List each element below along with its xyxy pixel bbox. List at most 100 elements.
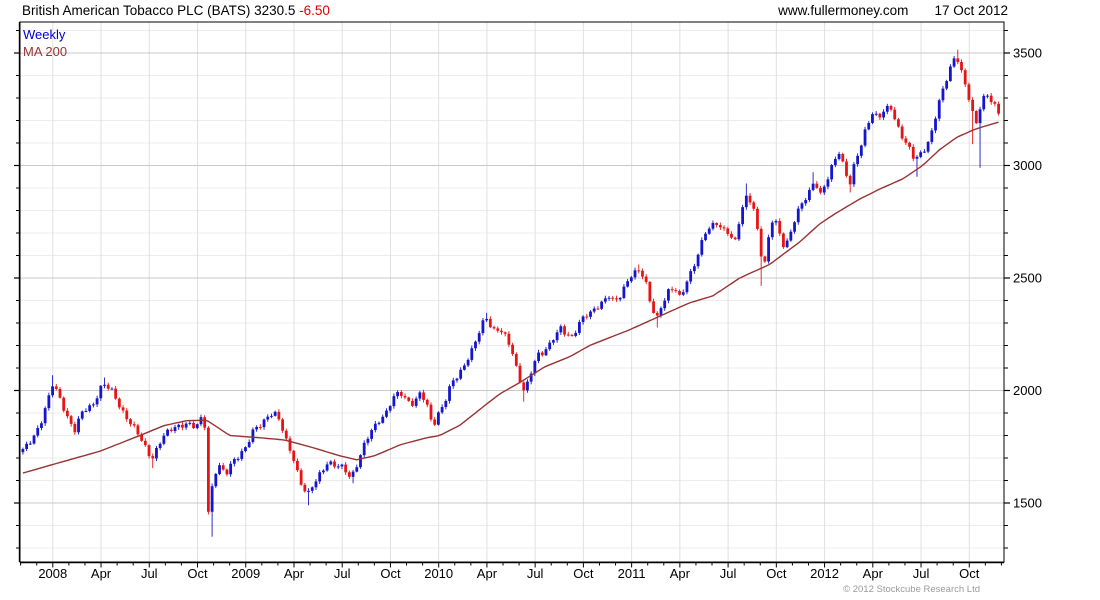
candlestick-down bbox=[641, 270, 644, 277]
price-chart-svg: 1500 2000 2500 3000 3500 2008 Apr Jul Oct 2009 Apr… bbox=[14, 21, 1042, 581]
candlestick-up bbox=[229, 463, 233, 475]
candlestick-up bbox=[807, 189, 811, 201]
candlestick-down bbox=[570, 334, 574, 336]
candlestick-down bbox=[722, 227, 726, 229]
x-tick-label: 2011 bbox=[618, 566, 646, 581]
candlestick-up bbox=[470, 348, 474, 360]
candlestick-up bbox=[310, 487, 314, 491]
candlestick-down bbox=[733, 237, 737, 240]
candlestick-up bbox=[922, 151, 926, 153]
candlestick-down bbox=[496, 328, 500, 331]
candlestick-down bbox=[752, 202, 756, 209]
candlestick-up bbox=[589, 311, 592, 317]
candlestick-up bbox=[95, 398, 99, 405]
candlestick-up bbox=[459, 369, 463, 379]
candlestick-down bbox=[845, 161, 848, 176]
candlestick-up bbox=[195, 424, 199, 429]
candlestick-up bbox=[537, 352, 540, 362]
candlestick-up bbox=[822, 186, 826, 193]
candlestick-down bbox=[288, 438, 292, 451]
candlestick-down bbox=[971, 99, 975, 112]
candlestick-up bbox=[882, 111, 885, 118]
candlestick-up bbox=[926, 141, 930, 152]
copyright-notice: © 2012 Stockcube Research Ltd bbox=[843, 584, 980, 595]
x-tick-label: 2009 bbox=[231, 566, 260, 581]
chart-page: British American Tobacco PLC (BATS) 3230… bbox=[0, 0, 1100, 600]
candlestick-up bbox=[811, 183, 815, 190]
candlestick-up bbox=[548, 342, 552, 350]
candlestick-down bbox=[299, 470, 303, 485]
candlestick-up bbox=[437, 412, 440, 425]
candlestick-up bbox=[448, 386, 451, 401]
candlestick-down bbox=[967, 84, 971, 100]
candlestick-down bbox=[782, 233, 785, 248]
candlestick-up bbox=[859, 145, 863, 156]
candlestick-up bbox=[99, 385, 103, 399]
candlestick-down bbox=[407, 397, 411, 401]
candlestick-down bbox=[69, 416, 73, 424]
candlestick-up bbox=[103, 384, 106, 386]
candlestick-up bbox=[696, 254, 700, 267]
candlestick-down bbox=[58, 389, 62, 398]
candlestick-down bbox=[596, 308, 600, 310]
candlestick-up bbox=[474, 341, 477, 349]
candlestick-down bbox=[718, 225, 722, 228]
candlestick-up bbox=[685, 281, 689, 293]
candlestick-up bbox=[455, 378, 459, 381]
candlestick-up bbox=[444, 400, 448, 408]
candlestick-up bbox=[166, 429, 169, 436]
candlestick-up bbox=[477, 333, 481, 342]
candlestick-up bbox=[318, 472, 322, 482]
candlestick-up bbox=[555, 332, 559, 341]
candlestick-down bbox=[503, 332, 507, 334]
candlestick-up bbox=[244, 447, 247, 452]
candlestick-down bbox=[900, 126, 904, 139]
candlestick-up bbox=[236, 458, 240, 460]
y-tick-label: 2000 bbox=[1013, 383, 1042, 398]
candlestick-down bbox=[151, 456, 155, 459]
candlestick-down bbox=[759, 228, 763, 257]
candlestick-up bbox=[863, 129, 867, 146]
candlestick-down bbox=[904, 138, 908, 143]
candlestick-up bbox=[388, 406, 392, 411]
candlestick-up bbox=[28, 443, 32, 445]
candlestick-up bbox=[162, 435, 166, 444]
candlestick-up bbox=[986, 95, 989, 97]
candlestick-up bbox=[370, 430, 374, 439]
candlestick-up bbox=[392, 396, 396, 407]
candlestick-up bbox=[80, 411, 84, 419]
candlestick-up bbox=[466, 359, 470, 366]
candlestick-up bbox=[774, 220, 778, 223]
candlestick-down bbox=[284, 430, 288, 439]
candlestick-up bbox=[885, 105, 889, 112]
candlestick-up bbox=[385, 410, 388, 417]
candlestick-up bbox=[270, 415, 273, 417]
x-tick-label: Apr bbox=[284, 566, 305, 581]
candlestick-down bbox=[106, 384, 110, 389]
candlestick-up bbox=[945, 81, 949, 89]
candlestick-down bbox=[566, 334, 570, 336]
candlestick-up bbox=[871, 114, 874, 123]
x-tick-label: Oct bbox=[573, 566, 594, 581]
legend-series-label: Weekly bbox=[23, 27, 66, 42]
x-tick-label: Jul bbox=[720, 566, 737, 581]
candlestick-down bbox=[960, 62, 963, 71]
candlestick-up bbox=[793, 222, 796, 232]
candlestick-down bbox=[893, 109, 897, 120]
x-tick-label: Oct bbox=[959, 566, 980, 581]
x-tick-label: Apr bbox=[91, 566, 112, 581]
candlestick-down bbox=[615, 298, 618, 300]
candlestick-up bbox=[173, 427, 177, 431]
candlestick-up bbox=[711, 223, 715, 229]
candlestick-up bbox=[325, 464, 329, 471]
candlestick-down bbox=[303, 484, 307, 492]
candlestick-up bbox=[704, 233, 707, 241]
candlestick-up bbox=[51, 386, 54, 396]
candlestick-up bbox=[359, 455, 362, 468]
candlestick-down bbox=[514, 353, 518, 366]
candlestick-up bbox=[314, 481, 318, 488]
candlestick-up bbox=[737, 224, 741, 240]
candlestick-up bbox=[544, 349, 548, 356]
x-tick-label: Jul bbox=[527, 566, 544, 581]
candlestick-down bbox=[344, 464, 348, 473]
